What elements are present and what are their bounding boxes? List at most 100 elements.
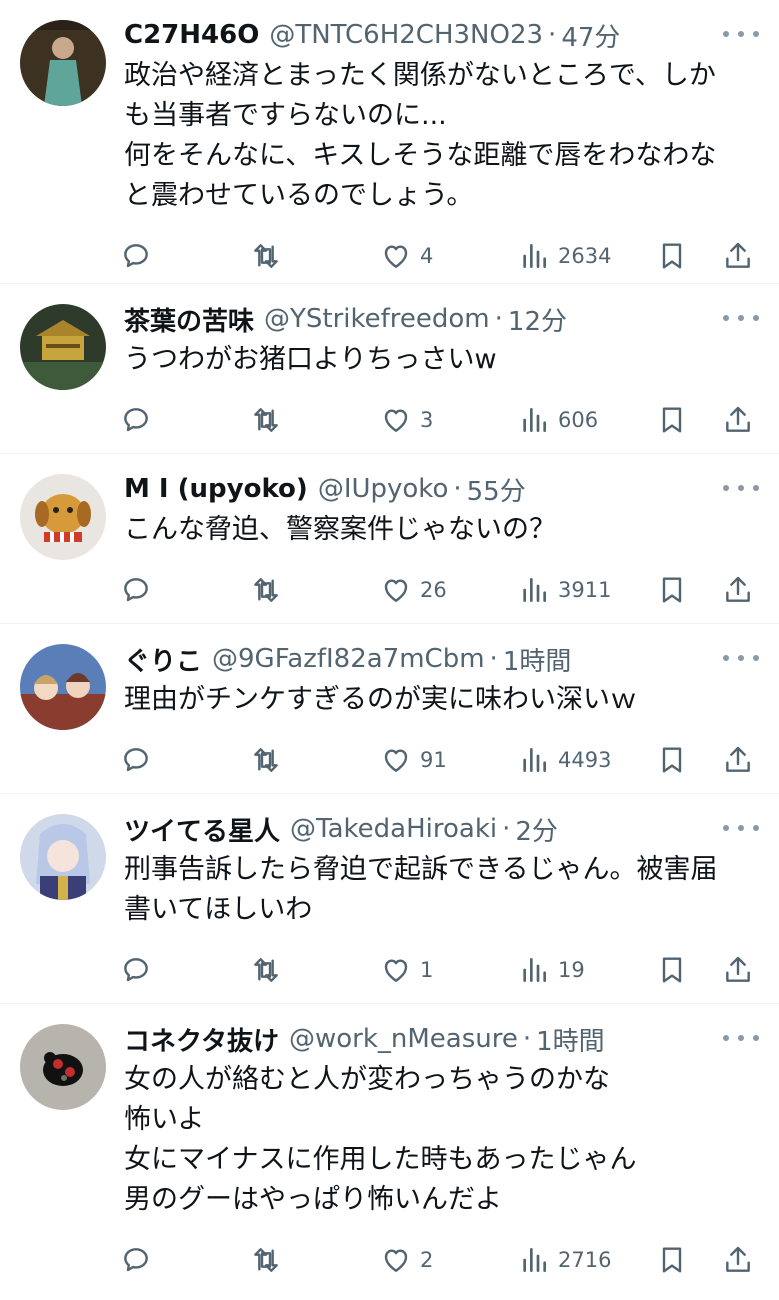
more-options-icon[interactable] (723, 814, 759, 842)
user-handle[interactable]: @IUpyoko (318, 474, 449, 504)
reply-button[interactable] (120, 744, 250, 776)
user-handle[interactable]: @TNTC6H2CH3NO23 (269, 20, 543, 50)
bookmark-button[interactable] (656, 954, 722, 986)
share-button[interactable] (722, 240, 762, 272)
views-button[interactable]: 3911 (518, 574, 656, 606)
timestamp[interactable]: 2分 (515, 812, 558, 847)
share-button[interactable] (722, 1244, 762, 1276)
avatar[interactable] (20, 304, 106, 390)
display-name[interactable]: ぐりこ (124, 642, 202, 677)
reply-button[interactable] (120, 1244, 250, 1276)
bookmark-button[interactable] (656, 240, 722, 272)
timestamp[interactable]: 47分 (561, 18, 620, 53)
like-button[interactable]: 91 (380, 744, 518, 776)
reply-button[interactable] (120, 240, 250, 272)
retweet-button[interactable] (250, 1244, 380, 1276)
reply-body: コネクタ抜け @work_nMeasure · 1時間 女の人が絡むと人が変わっ… (106, 1022, 768, 1280)
heart-icon (384, 749, 408, 772)
views-icon (523, 244, 546, 268)
separator: · (522, 1024, 532, 1054)
views-button[interactable]: 19 (518, 954, 656, 986)
reply-meta: M I (upyoko) @IUpyoko · 55分 (124, 472, 762, 506)
display-name[interactable]: M I (upyoko) (124, 474, 308, 504)
timestamp[interactable]: 12分 (508, 302, 567, 337)
retweet-button[interactable] (250, 574, 380, 606)
share-button[interactable] (722, 744, 762, 776)
bookmark-button[interactable] (656, 1244, 722, 1276)
like-button[interactable]: 4 (380, 240, 518, 272)
user-handle[interactable]: @TakedaHiroaki (290, 814, 497, 844)
view-count: 606 (558, 408, 599, 432)
retweet-icon (254, 244, 278, 268)
timestamp[interactable]: 1時間 (503, 642, 572, 677)
retweet-icon (254, 1248, 278, 1272)
reply-body: M I (upyoko) @IUpyoko · 55分 こんな脅迫、警察案件じゃ… (106, 472, 768, 623)
heart-icon (384, 409, 408, 432)
like-button[interactable]: 2 (380, 1244, 518, 1276)
avatar[interactable] (20, 1024, 106, 1110)
avatar[interactable] (20, 474, 106, 560)
reply-item[interactable]: ツイてる星人 @TakedaHiroaki · 2分 刑事告訴したら脅迫で起訴で… (0, 794, 779, 1004)
like-button[interactable]: 3 (380, 404, 518, 436)
bookmark-button[interactable] (656, 574, 722, 606)
share-icon (726, 406, 750, 432)
view-count: 19 (558, 958, 585, 982)
more-options-icon[interactable] (723, 304, 759, 332)
display-name[interactable]: コネクタ抜け (124, 1022, 279, 1057)
view-count: 3911 (558, 578, 612, 602)
reply-button[interactable] (120, 574, 250, 606)
avatar[interactable] (20, 644, 106, 730)
share-button[interactable] (722, 954, 762, 986)
views-icon (523, 1248, 546, 1272)
bookmark-button[interactable] (656, 404, 722, 436)
reply-item[interactable]: M I (upyoko) @IUpyoko · 55分 こんな脅迫、警察案件じゃ… (0, 454, 779, 624)
retweet-button[interactable] (250, 240, 380, 272)
reply-item[interactable]: C27H46O @TNTC6H2CH3NO23 · 47分 政治や経済とまったく… (0, 0, 779, 284)
timestamp[interactable]: 1時間 (536, 1022, 605, 1057)
views-button[interactable]: 4493 (518, 744, 656, 776)
display-name[interactable]: ツイてる星人 (124, 812, 280, 847)
user-handle[interactable]: @work_nMeasure (289, 1024, 518, 1054)
bookmark-button[interactable] (656, 744, 722, 776)
more-options-icon[interactable] (723, 474, 759, 502)
bookmark-icon (662, 1247, 682, 1273)
retweet-button[interactable] (250, 404, 380, 436)
action-bar: 1 19 (120, 930, 762, 1010)
separator: · (489, 644, 498, 674)
views-icon (523, 578, 546, 602)
display-name[interactable]: 茶葉の苦味 (124, 302, 254, 337)
reply-text: 政治や経済とまったく関係がないところで、しか も当事者ですらないのに... 何を… (124, 60, 717, 211)
reply-button[interactable] (120, 954, 250, 986)
share-button[interactable] (722, 574, 762, 606)
more-options-icon[interactable] (723, 20, 759, 48)
share-button[interactable] (722, 404, 762, 436)
reply-body: 茶葉の苦味 @YStrikefreedom · 12分 うつわがお猪口よりちっさ… (106, 302, 768, 453)
more-options-icon[interactable] (723, 1024, 759, 1052)
views-button[interactable]: 2634 (518, 240, 656, 272)
like-button[interactable]: 1 (380, 954, 518, 986)
retweet-button[interactable] (250, 744, 380, 776)
bookmark-icon (662, 577, 682, 603)
reply-item[interactable]: コネクタ抜け @work_nMeasure · 1時間 女の人が絡むと人が変わっ… (0, 1004, 779, 1280)
reply-item[interactable]: 茶葉の苦味 @YStrikefreedom · 12分 うつわがお猪口よりちっさ… (0, 284, 779, 454)
reply-button[interactable] (120, 404, 250, 436)
retweet-button[interactable] (250, 954, 380, 986)
views-button[interactable]: 2716 (518, 1244, 656, 1276)
reply-text: 刑事告訴したら脅迫で起訴できるじゃん。被害届 書いてほしいわ (124, 854, 718, 925)
retweet-icon (254, 578, 278, 602)
views-button[interactable]: 606 (518, 404, 656, 436)
more-options-icon[interactable] (723, 644, 759, 672)
separator: · (548, 20, 557, 50)
user-handle[interactable]: @9GFazfI82a7mCbm (212, 644, 485, 674)
timestamp[interactable]: 55分 (467, 472, 526, 507)
display-name[interactable]: C27H46O (124, 20, 259, 50)
reply-text: こんな脅迫、警察案件じゃないの？ (124, 514, 556, 545)
like-button[interactable]: 26 (380, 574, 518, 606)
reply-item[interactable]: ぐりこ @9GFazfI82a7mCbm · 1時間 理由がチンケすぎるのが実に… (0, 624, 779, 794)
avatar[interactable] (20, 20, 106, 106)
avatar[interactable] (20, 814, 106, 900)
reply-text: うつわがお猪口よりちっさいw (124, 344, 497, 375)
like-count: 2 (420, 1248, 434, 1272)
user-handle[interactable]: @YStrikefreedom (264, 304, 490, 334)
reply-icon (124, 408, 148, 432)
